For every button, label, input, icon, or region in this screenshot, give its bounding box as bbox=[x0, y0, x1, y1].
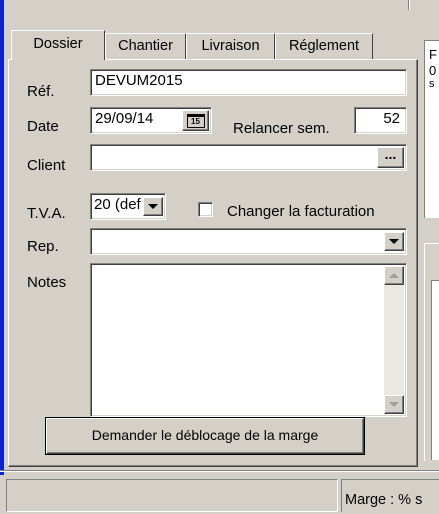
top-strip bbox=[0, 0, 439, 20]
rep-select[interactable] bbox=[90, 228, 407, 255]
tab-reglement[interactable]: Réglement bbox=[275, 33, 373, 59]
right-panel-line1: F bbox=[429, 47, 437, 62]
right-panel-line2: 0 bbox=[429, 63, 437, 78]
right-panel-line3: s bbox=[429, 78, 435, 90]
notes-scrollbar[interactable] bbox=[384, 266, 404, 414]
status-pane-marge: Marge : % s bbox=[341, 479, 439, 512]
notes-textarea[interactable] bbox=[90, 263, 407, 417]
client-input[interactable]: ... bbox=[90, 144, 407, 171]
relancer-input[interactable]: 52 bbox=[354, 107, 407, 134]
ref-input[interactable]: DEVUM2015 bbox=[90, 69, 407, 96]
tab-chantier[interactable]: Chantier bbox=[105, 33, 186, 59]
left-accent-bar bbox=[0, 0, 4, 475]
status-pane-left bbox=[6, 479, 338, 512]
demander-deblocage-label: Demander le déblocage de la marge bbox=[91, 427, 319, 443]
bottom-divider bbox=[0, 470, 439, 472]
calendar-icon: 15 bbox=[186, 113, 205, 128]
ref-label: Réf. bbox=[27, 83, 55, 100]
demander-deblocage-button[interactable]: Demander le déblocage de la marge bbox=[46, 418, 364, 454]
relancer-label: Relancer sem. bbox=[233, 120, 330, 137]
notes-label: Notes bbox=[27, 274, 67, 291]
marge-button-frame: Demander le déblocage de la marge bbox=[45, 417, 365, 455]
tva-label: T.V.A. bbox=[27, 205, 66, 222]
tab-dossier[interactable]: Dossier bbox=[11, 30, 105, 60]
relancer-value: 52 bbox=[383, 110, 400, 127]
tva-dropdown-button[interactable] bbox=[143, 197, 163, 216]
rep-dropdown-button[interactable] bbox=[384, 232, 404, 251]
changer-checkbox[interactable] bbox=[198, 202, 213, 217]
client-label: Client bbox=[27, 157, 66, 174]
tva-value: 20 (def bbox=[94, 196, 141, 213]
date-value: 29/09/14 bbox=[95, 110, 154, 127]
rep-label: Rep. bbox=[27, 238, 59, 255]
marge-status-text: Marge : % s bbox=[345, 492, 423, 508]
client-browse-button[interactable]: ... bbox=[377, 147, 404, 168]
more-icon: ... bbox=[384, 146, 397, 162]
tab-livraison[interactable]: Livraison bbox=[186, 33, 275, 59]
right-info-panel: F 0 s bbox=[424, 40, 439, 218]
right-lower-panel bbox=[424, 243, 439, 461]
top-right-divider bbox=[408, 0, 410, 10]
chevron-down-icon bbox=[389, 239, 399, 244]
ref-value: DEVUM2015 bbox=[95, 72, 183, 89]
scroll-down-button[interactable] bbox=[384, 395, 404, 414]
date-label: Date bbox=[27, 118, 59, 135]
chevron-down-icon bbox=[148, 204, 158, 209]
scroll-up-icon bbox=[389, 273, 399, 278]
status-bar: Marge : % s bbox=[0, 475, 439, 514]
tva-select[interactable]: 20 (def bbox=[90, 193, 166, 220]
changer-label: Changer la facturation bbox=[227, 203, 375, 220]
date-input[interactable]: 29/09/14 15 bbox=[90, 107, 212, 134]
calendar-button[interactable]: 15 bbox=[182, 110, 209, 131]
scroll-up-button[interactable] bbox=[384, 266, 404, 285]
scroll-down-icon bbox=[389, 402, 399, 407]
